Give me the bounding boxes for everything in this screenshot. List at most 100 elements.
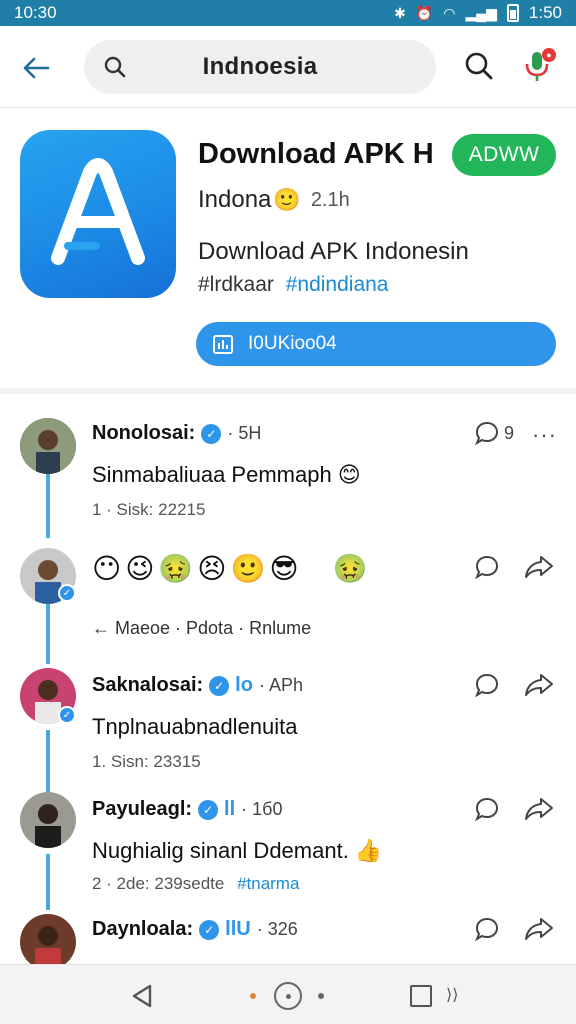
wifi-icon: ◠ <box>443 4 456 21</box>
reaction-row: 😶 😉 🤢 😣 🙂 😎 🤢 <box>92 552 367 585</box>
top-bar: Indnoesia ● <box>0 26 576 108</box>
reaction-emoji[interactable]: 😶 <box>92 552 121 585</box>
comment-icon <box>474 673 499 698</box>
post-meta: 1 · Sisk: 22215 <box>92 500 205 520</box>
reaction-emoji[interactable]: 🤢 <box>158 552 193 585</box>
reaction-emoji[interactable]: 😎 <box>269 552 298 585</box>
tag-link[interactable]: #ndindiana <box>286 273 389 296</box>
comment-icon <box>474 555 499 580</box>
search-icon <box>104 56 126 78</box>
share-icon <box>525 674 553 696</box>
status-time-left: 10:30 <box>14 3 57 22</box>
verified-icon: ✓ <box>209 675 230 696</box>
nav-home-icon[interactable] <box>274 982 302 1010</box>
person-avatar-icon <box>20 792 76 848</box>
developer-name: Indona <box>198 186 272 213</box>
post-header: Payuleagl: ✓ ll · 1б0 <box>92 798 283 821</box>
post-header: Daynloala: ✓ llU · 326 <box>92 918 298 941</box>
share-button[interactable] <box>524 916 554 942</box>
comment-button[interactable] <box>474 554 500 580</box>
search-icon <box>465 52 493 80</box>
nav-back-icon[interactable] <box>130 983 154 1009</box>
reaction-emoji[interactable]: 🤢 <box>333 552 368 585</box>
nav-extra-icon[interactable]: ⟩⟩ <box>446 985 458 1005</box>
app-developer[interactable]: Indona 🙂 2.1h <box>198 186 350 214</box>
post-text: Sinmabaliuaa Pemmaph 😊 <box>92 462 361 487</box>
post-time: · APh <box>258 675 303 695</box>
post-time: · 5H <box>227 423 262 443</box>
verified-icon: ✓ <box>199 919 220 940</box>
share-button[interactable] <box>524 672 554 698</box>
app-tags: #lrdkaar #ndindiana <box>198 273 388 297</box>
post-hashtag[interactable]: #tnarma <box>237 874 299 893</box>
reaction-emoji[interactable]: 🙂 <box>230 552 265 585</box>
post-meta: 2 · 2de: 239sedte #tnarma <box>92 874 299 894</box>
post-author[interactable]: Payuleagl: <box>92 798 192 821</box>
app-icon[interactable] <box>20 130 176 298</box>
post-author[interactable]: Daynloala: <box>92 918 193 941</box>
download-button[interactable]: I0UKioo04 <box>196 322 556 366</box>
thread-line <box>46 472 50 538</box>
post-time: · 326 <box>256 919 298 939</box>
status-bar: 10:30 ✱ ⏰ ◠ ▂▄▆ 1:50 <box>0 0 576 26</box>
post-text: Nughialig sinanl Ddemant. 👍 <box>92 838 383 863</box>
avatar[interactable] <box>20 418 76 474</box>
app-description: Download APK Indonesin <box>198 238 469 265</box>
share-icon <box>525 918 553 940</box>
person-avatar-icon <box>20 418 76 474</box>
share-icon <box>525 556 553 578</box>
voice-button[interactable]: ● <box>522 48 556 86</box>
comment-icon <box>474 421 499 446</box>
verified-icon: ✓ <box>201 423 222 444</box>
more-options-button[interactable]: ··· <box>532 422 557 448</box>
app-logo-icon <box>51 158 145 265</box>
search-query: Indnoesia <box>202 53 318 80</box>
reaction-emoji[interactable]: 😣 <box>197 552 226 585</box>
more-icon: ··· <box>532 422 557 447</box>
post-time: · 1б0 <box>241 799 283 819</box>
post-header: Nonolosai: ✓ · 5H <box>92 422 261 445</box>
comment-button[interactable]: 9 <box>474 420 514 446</box>
verified-icon: ✓ <box>58 584 76 602</box>
system-nav-bar: ⟩⟩ <box>0 964 576 1024</box>
nav-recents-icon[interactable] <box>410 985 432 1007</box>
reaction-emoji[interactable]: 😉 <box>125 552 154 585</box>
search-button[interactable] <box>464 51 494 86</box>
share-button[interactable] <box>524 554 554 580</box>
post-meta: 1. Sisn: 23315 <box>92 752 201 772</box>
post-author[interactable]: Nonolosai: <box>92 422 195 445</box>
nav-indicator-dot <box>250 993 256 999</box>
verified-text: llU <box>225 918 251 940</box>
post-author[interactable]: Saknalosai: <box>92 674 203 697</box>
verified-icon: ✓ <box>198 799 219 820</box>
comment-button[interactable] <box>474 916 500 942</box>
verified-icon: ✓ <box>58 706 76 724</box>
app-card: Download APK H ADWW Indona 🙂 2.1h Downlo… <box>0 108 576 394</box>
comment-button[interactable] <box>474 796 500 822</box>
comment-icon <box>474 917 499 942</box>
download-label: I0UKioo04 <box>248 333 337 354</box>
verified-text: ll <box>224 798 236 820</box>
search-input[interactable]: Indnoesia <box>84 40 436 94</box>
reply-row[interactable]: ← Maeoe · Pdota · Rnlume <box>92 618 311 639</box>
app-title: Download APK H <box>198 138 434 170</box>
post-meta-text: 1. Sisn: 23315 <box>92 752 201 771</box>
comment-button[interactable] <box>474 672 500 698</box>
nav-indicator-dot <box>318 993 324 999</box>
post-header: Saknalosai: ✓ lo · APh <box>92 674 303 697</box>
comment-icon <box>474 797 499 822</box>
post-text: Tnplnauabnadlenuita <box>92 714 298 739</box>
signal-icon: ▂▄▆ <box>465 4 497 21</box>
avatar[interactable] <box>20 914 76 970</box>
arrow-left-icon <box>23 57 50 79</box>
notification-badge: ● <box>542 48 556 62</box>
tag-plain: #lrdkaar <box>198 273 274 296</box>
share-button[interactable] <box>524 796 554 822</box>
install-button[interactable]: ADWW <box>452 134 556 176</box>
bluetooth-icon: ✱ <box>394 4 406 21</box>
person-avatar-icon <box>20 914 76 970</box>
back-button[interactable] <box>18 50 54 86</box>
comment-count: 9 <box>504 422 515 443</box>
post-meta-text: 1 · Sisk: 22215 <box>92 500 206 519</box>
avatar[interactable] <box>20 792 76 848</box>
